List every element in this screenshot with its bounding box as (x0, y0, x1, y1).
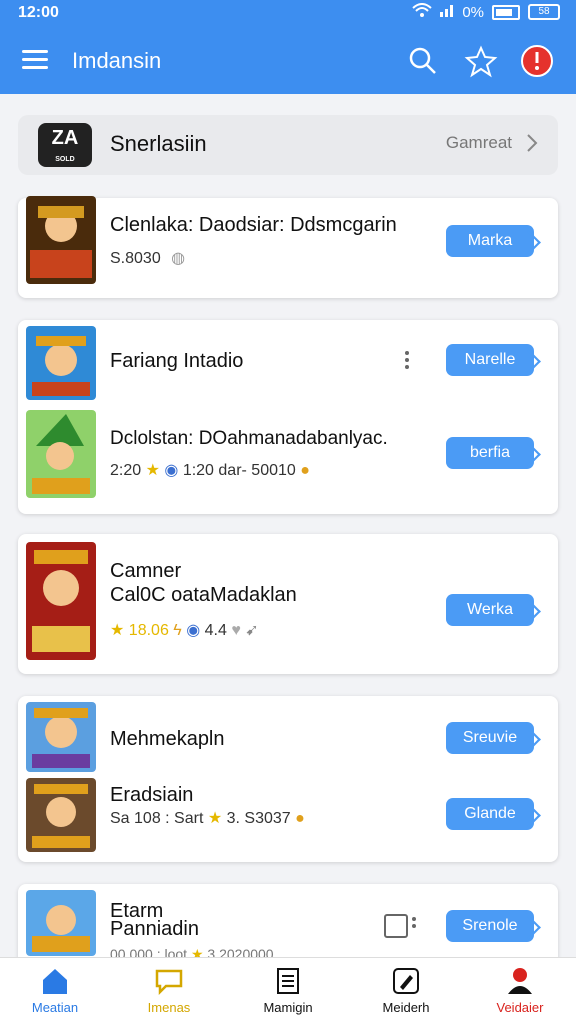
alert-icon[interactable] (520, 44, 554, 78)
search-icon[interactable] (406, 44, 440, 78)
nav-item-list[interactable]: Mamigin (240, 966, 336, 1015)
nav-label: Meiderh (382, 1000, 430, 1015)
heart-icon: ♥ (231, 622, 241, 639)
header-name: Snerlasiin (110, 131, 207, 156)
nav-item-profile[interactable]: Veidaier (472, 966, 568, 1015)
nav-item-home[interactable]: Meatian (7, 966, 103, 1015)
featured-header[interactable]: ZA SOLD Snerlasiin Gamreat (18, 115, 558, 175)
action-button[interactable]: Sreuvie (446, 722, 534, 754)
edit-icon (393, 968, 419, 994)
game-card[interactable]: Fariang Intadio Narelle Dclolstan: DOahm… (18, 320, 558, 514)
star-icon[interactable] (464, 44, 498, 78)
nav-item-messages[interactable]: Imenas (121, 966, 217, 1015)
game-thumbnail (26, 890, 96, 956)
game-sub-text: Sa 108 : Sart (110, 810, 204, 827)
action-button[interactable]: Werka (446, 594, 534, 626)
cursor-icon: ➹ (245, 622, 259, 639)
action-button[interactable]: berfia (446, 437, 534, 469)
game-subtitle: Cal0C oataMadaklan (110, 584, 297, 606)
game-title: Clenlaka: Daodsiar: Ddsmcgarin (110, 214, 397, 236)
globe-icon: ◉ (164, 462, 179, 479)
home-icon (43, 969, 67, 994)
nav-label: Imenas (147, 1000, 191, 1015)
game-thumbnail (26, 542, 96, 660)
logo-small: SOLD (55, 156, 75, 163)
globe-icon: ◉ (186, 622, 201, 639)
chevron-right-icon (527, 134, 538, 152)
game-thumbnail (26, 196, 96, 284)
battery-percent: 0% (462, 3, 484, 21)
more-icon[interactable] (403, 348, 411, 370)
lightning-icon: ϟ (173, 622, 182, 639)
bottom-nav: Meatian Imenas Mamigin Meiderh Veidaier (0, 957, 576, 1024)
app-bar: Imdansin (0, 28, 576, 94)
game-title: Eradsiain (110, 784, 194, 806)
emoji-icon: ● (295, 810, 305, 827)
copy-icon[interactable] (384, 914, 408, 938)
game-card[interactable]: Mehmekapln Sreuvie Eradsiain Sa 108 : Sa… (18, 696, 558, 862)
game-sub-text: 4.4 (204, 622, 227, 639)
game-sub: Sa 108 : Sart ★ 3. S3037 ● (110, 808, 305, 828)
game-title: Mehmekapln (110, 728, 225, 750)
star-icon: ★ (110, 622, 125, 639)
action-button[interactable]: Glande (446, 798, 534, 830)
status-icons: 0% 58 (412, 3, 560, 21)
logo-text: ZA (51, 127, 79, 149)
battery-badge: 58 (528, 4, 560, 20)
game-sub: S.8030 ◍ (110, 248, 185, 268)
game-thumbnail (26, 778, 96, 852)
header-more[interactable]: Gamreat (446, 133, 538, 153)
game-sub-text: 3. S3037 (226, 810, 291, 827)
game-thumbnail (26, 410, 96, 498)
nav-label: Veidaier (496, 1000, 544, 1015)
game-thumbnail (26, 702, 96, 772)
message-icon (155, 969, 183, 996)
game-card[interactable]: Camner Cal0C oataMadaklan ★ 18.06 ϟ ◉ 4.… (18, 534, 558, 674)
menu-icon[interactable] (22, 50, 48, 72)
app-logo: ZA SOLD (38, 123, 92, 167)
profile-icon (508, 968, 532, 994)
wifi-icon (412, 3, 432, 21)
emoji-icon: ● (300, 462, 310, 479)
game-title: Fariang Intadio (110, 350, 244, 372)
badge-icon: ◍ (171, 250, 186, 267)
game-sub: ★ 18.06 ϟ ◉ 4.4 ♥ ➹ (110, 620, 259, 640)
game-sub-text: 2:20 (110, 462, 142, 479)
game-subtitle: Panniadin (110, 918, 199, 940)
status-time: 12:00 (18, 4, 59, 21)
signal-icon (440, 3, 454, 21)
star-icon: ★ (207, 810, 223, 827)
action-button[interactable]: Marka (446, 225, 534, 257)
more-icon[interactable] (410, 914, 418, 936)
status-bar: 12:00 0% 58 (0, 0, 576, 28)
header-right-label: Gamreat (445, 133, 512, 152)
nav-label: Meatian (31, 1000, 79, 1015)
game-title: Dclolstan: DOahmanadabanlyac. (110, 428, 388, 449)
game-rating: 18.06 (128, 622, 169, 639)
game-title: Camner (110, 560, 182, 582)
action-button[interactable]: Narelle (446, 344, 534, 376)
app-title: Imdansin (72, 48, 162, 73)
game-thumbnail (26, 326, 96, 400)
game-card[interactable]: Etarm Panniadin 00.000 : loot ★ 3 202000… (18, 884, 558, 968)
game-sub-text: 1:20 dar- 50010 (182, 462, 296, 479)
game-sub: 2:20 ★ ◉ 1:20 dar- 50010 ● (110, 460, 310, 480)
star-icon: ★ (145, 462, 160, 479)
nav-label: Mamigin (263, 1000, 313, 1015)
game-card[interactable]: Clenlaka: Daodsiar: Ddsmcgarin S.8030 ◍ … (18, 196, 558, 298)
game-sub-text: S.8030 (110, 250, 161, 267)
nav-item-edit[interactable]: Meiderh (358, 966, 454, 1015)
battery-icon (492, 4, 520, 20)
document-icon (277, 968, 299, 994)
action-button[interactable]: Srenole (446, 910, 534, 942)
